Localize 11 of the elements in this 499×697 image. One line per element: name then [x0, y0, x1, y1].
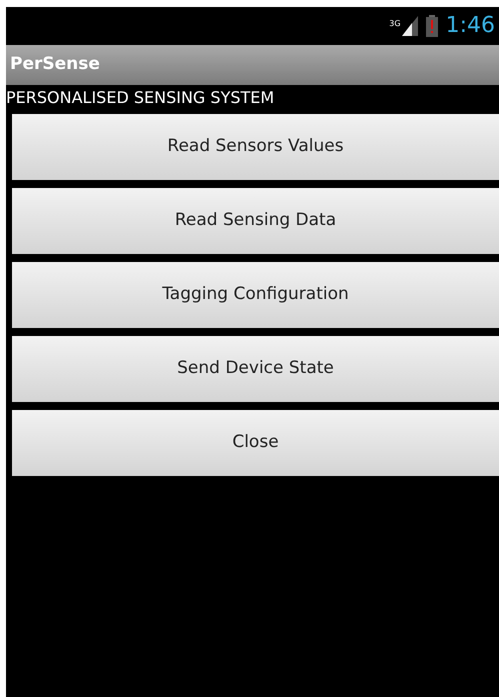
battery-icon — [426, 15, 438, 37]
subtitle: PERSONALISED SENSING SYSTEM — [6, 87, 276, 109]
menu-button[interactable]: Tagging Configuration — [12, 262, 499, 328]
clock: 1:46 — [446, 15, 495, 37]
signal-icon — [402, 16, 418, 36]
app-title: PerSense — [10, 53, 100, 76]
menu-button[interactable]: Read Sensing Data — [12, 188, 499, 254]
menu-button[interactable]: Send Device State — [12, 336, 499, 402]
menu-button[interactable]: Read Sensors Values — [12, 114, 499, 180]
network-type: 3G — [389, 20, 401, 28]
menu-button[interactable]: Close — [12, 410, 499, 476]
